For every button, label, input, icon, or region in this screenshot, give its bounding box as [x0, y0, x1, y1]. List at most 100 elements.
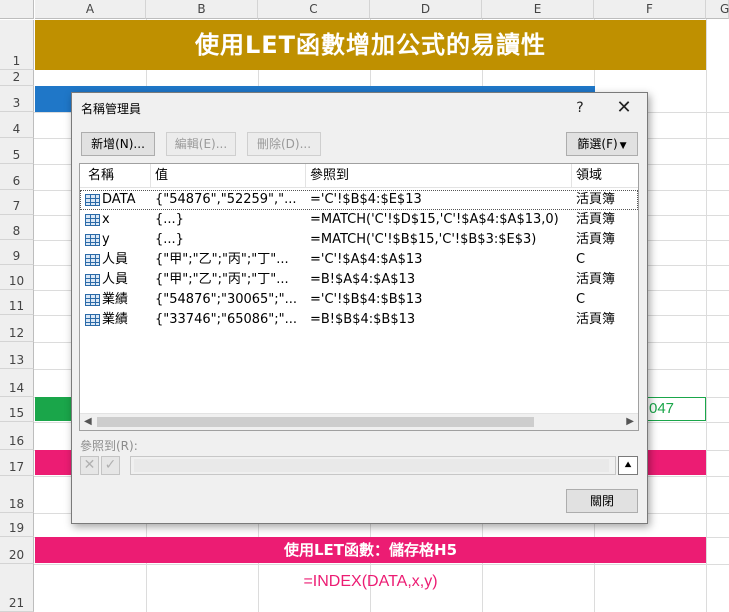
- scope-cell: 活頁簿: [576, 312, 616, 327]
- row-number: 9: [12, 249, 21, 263]
- row-number: 2: [12, 70, 21, 84]
- row-header-20[interactable]: 20: [0, 537, 34, 564]
- name-cell: x: [102, 212, 110, 227]
- scroll-left-icon[interactable]: ◀: [84, 416, 92, 427]
- row-header-18[interactable]: 18: [0, 476, 34, 513]
- name-row[interactable]: 業績 {"54876";"30065";"... ='C'!$B$4:$B$13…: [80, 290, 638, 310]
- refers-to-cell: ='C'!$B$4:$E$13: [310, 192, 422, 207]
- named-range-icon: [85, 214, 100, 226]
- name-row[interactable]: 人員 {"甲";"乙";"丙";"丁"... ='C'!$A$4:$A$13 C: [80, 250, 638, 270]
- scope-cell: 活頁簿: [576, 192, 616, 207]
- horizontal-scrollbar[interactable]: ◀ ▶: [80, 413, 638, 430]
- row-header-6[interactable]: 6: [0, 164, 34, 190]
- row-number: 5: [12, 148, 21, 162]
- row-header-11[interactable]: 11: [0, 290, 34, 315]
- name-cell: 人員: [102, 252, 129, 267]
- row-number: 7: [12, 199, 21, 213]
- close-button[interactable]: 關閉: [566, 489, 638, 513]
- refers-to-input[interactable]: [134, 459, 609, 472]
- name-cell: DATA: [102, 192, 136, 207]
- refers-to-label: 參照到(R):: [80, 439, 138, 453]
- column-header-refers-to[interactable]: 參照到: [306, 164, 572, 188]
- column-header-f[interactable]: F: [594, 0, 706, 19]
- scope-cell: 活頁簿: [576, 272, 616, 287]
- name-cell: 業績: [102, 292, 129, 307]
- new-name-button[interactable]: 新增(N)...: [81, 132, 155, 156]
- cancel-icon[interactable]: ✕: [80, 456, 99, 475]
- collapse-dialog-icon[interactable]: ⯅: [618, 456, 638, 475]
- row-header-12[interactable]: 12: [0, 315, 34, 342]
- column-header-b[interactable]: B: [146, 0, 258, 19]
- row-header-8[interactable]: 8: [0, 215, 34, 240]
- row-number: 17: [8, 460, 25, 474]
- row-header-13[interactable]: 13: [0, 342, 34, 369]
- close-icon[interactable]: ✕: [611, 96, 637, 120]
- name-row[interactable]: y {...} =MATCH('C'!$B$15,'C'!$B$3:$E$3) …: [80, 230, 638, 250]
- filter-label: 篩選(F): [577, 137, 618, 151]
- help-icon[interactable]: ?: [570, 97, 590, 119]
- sheet-title-cell[interactable]: 使用LET函數增加公式的易讀性: [35, 20, 706, 70]
- column-header-e[interactable]: E: [482, 0, 594, 19]
- row-header-21[interactable]: 21: [0, 564, 34, 612]
- name-row[interactable]: 業績 {"33746";"65086";"... =B!$B$4:$B$13 活…: [80, 310, 638, 330]
- check-icon[interactable]: ✓: [101, 456, 120, 475]
- scrollbar-thumb[interactable]: [97, 417, 534, 427]
- name-cell: 人員: [102, 272, 129, 287]
- let-formula-cell[interactable]: =INDEX(DATA,x,y): [35, 569, 706, 595]
- name-row[interactable]: x {...} =MATCH('C'!$D$15,'C'!$A$4:$A$13,…: [80, 210, 638, 230]
- column-header-g[interactable]: G: [706, 0, 729, 19]
- row-header-14[interactable]: 14: [0, 369, 34, 397]
- column-header-value[interactable]: 值: [151, 164, 306, 188]
- value-cell: {...}: [155, 212, 184, 227]
- row-number: 1: [12, 54, 21, 68]
- named-range-icon: [85, 294, 100, 306]
- select-all-corner[interactable]: [0, 0, 34, 19]
- column-header-a[interactable]: A: [35, 0, 146, 19]
- pink-label-cell[interactable]: [35, 450, 75, 475]
- row-header-9[interactable]: 9: [0, 240, 34, 265]
- cell-f15[interactable]: 047: [646, 397, 706, 421]
- chevron-down-icon: ▼: [619, 141, 627, 151]
- row-header-2[interactable]: 2: [0, 70, 34, 86]
- column-header-name[interactable]: 名稱: [80, 164, 151, 188]
- column-header-c[interactable]: C: [258, 0, 370, 19]
- row-number: 14: [8, 381, 25, 395]
- value-cell: {"33746";"65086";"...: [155, 312, 298, 327]
- row-header-17[interactable]: 17: [0, 450, 34, 476]
- row-number: 20: [8, 548, 25, 562]
- grid-line: [34, 564, 729, 565]
- column-header-d[interactable]: D: [370, 0, 482, 19]
- value-cell: {"甲";"乙";"丙";"丁"...: [155, 272, 289, 287]
- named-range-icon: [85, 254, 100, 266]
- name-cell: 業績: [102, 312, 129, 327]
- row-header-7[interactable]: 7: [0, 190, 34, 215]
- row-header-1[interactable]: 1: [0, 20, 34, 70]
- row-number: 18: [8, 497, 25, 511]
- value-cell: {"54876","52259","...: [155, 192, 297, 207]
- row-number: 3: [12, 96, 21, 110]
- green-label-cell[interactable]: [35, 397, 75, 421]
- filter-button[interactable]: 篩選(F) ▼: [566, 132, 638, 156]
- name-row[interactable]: DATA {"54876","52259","... ='C'!$B$4:$E$…: [80, 190, 638, 210]
- column-header-scope[interactable]: 領域: [572, 164, 638, 188]
- row-header-19[interactable]: 19: [0, 513, 34, 537]
- scroll-right-icon[interactable]: ▶: [626, 416, 634, 427]
- scope-cell: C: [576, 252, 586, 267]
- row-header-15[interactable]: 15: [0, 397, 34, 422]
- name-row[interactable]: 人員 {"甲";"乙";"丙";"丁"... =B!$A$4:$A$13 活頁簿: [80, 270, 638, 290]
- row-header-4[interactable]: 4: [0, 112, 34, 138]
- row-header-5[interactable]: 5: [0, 138, 34, 164]
- edit-name-button[interactable]: 編輯(E)...: [166, 132, 236, 156]
- row-header-3[interactable]: 3: [0, 86, 34, 112]
- dialog-title: 名稱管理員: [81, 102, 142, 116]
- delete-name-button[interactable]: 刪除(D)...: [247, 132, 321, 156]
- row-header-16[interactable]: 16: [0, 422, 34, 450]
- row-header-10[interactable]: 10: [0, 265, 34, 290]
- refers-to-cell: =B!$A$4:$A$13: [310, 272, 416, 287]
- names-list[interactable]: 名稱 值 參照到 領域 DATA {"54876","52259","... =…: [79, 163, 639, 431]
- row-number: 12: [8, 326, 25, 340]
- pink-label-cell-right[interactable]: [646, 450, 706, 475]
- refers-to-field[interactable]: [130, 456, 616, 475]
- let-section-title[interactable]: 使用LET函數：儲存格H5: [35, 537, 706, 563]
- value-cell: {...}: [155, 232, 184, 247]
